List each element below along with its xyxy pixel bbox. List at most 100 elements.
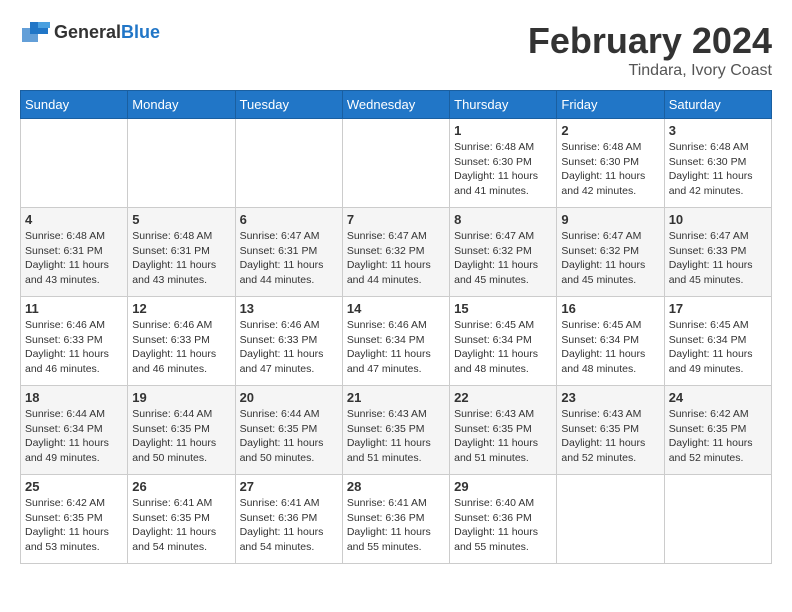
calendar-week-3: 18 Sunrise: 6:44 AMSunset: 6:34 PMDayligh… [21,386,772,475]
header-monday: Monday [128,91,235,119]
cell-info: Sunrise: 6:48 AMSunset: 6:30 PMDaylight:… [669,140,767,199]
cell-info: Sunrise: 6:43 AMSunset: 6:35 PMDaylight:… [347,407,445,466]
day-number: 10 [669,212,767,227]
cell-info: Sunrise: 6:46 AMSunset: 6:34 PMDaylight:… [347,318,445,377]
cell-info: Sunrise: 6:42 AMSunset: 6:35 PMDaylight:… [669,407,767,466]
header-tuesday: Tuesday [235,91,342,119]
calendar-cell [235,119,342,208]
calendar-cell: 14Sunrise: 6:46 AMSunset: 6:34 PMDayligh… [342,297,449,386]
cell-info: Sunrise: 6:45 AMSunset: 6:34 PMDaylight:… [454,318,552,377]
calendar-cell [557,475,664,564]
calendar-cell: 20 Sunrise: 6:44 AMSunset: 6:35 PMDayligh… [235,386,342,475]
calendar-cell: 25 Sunrise: 6:42 AMSunset: 6:35 PMDayligh… [21,475,128,564]
logo-general: General [54,22,121,42]
cell-info: Sunrise: 6:48 AMSunset: 6:30 PMDaylight:… [454,140,552,199]
day-number: 6 [240,212,338,227]
calendar-cell [128,119,235,208]
cell-info: Sunrise: 6:47 AMSunset: 6:32 PMDaylight:… [347,229,445,288]
calendar-cell [342,119,449,208]
calendar-cell: 1 Sunrise: 6:48 AMSunset: 6:30 PMDaylight… [450,119,557,208]
calendar-cell: 12Sunrise: 6:46 AMSunset: 6:33 PMDayligh… [128,297,235,386]
calendar-cell: 2 Sunrise: 6:48 AMSunset: 6:30 PMDaylight… [557,119,664,208]
day-number: 8 [454,212,552,227]
calendar-table: SundayMondayTuesdayWednesdayThursdayFrid… [20,90,772,564]
calendar-header-row: SundayMondayTuesdayWednesdayThursdayFrid… [21,91,772,119]
cell-info: Sunrise: 6:47 AMSunset: 6:32 PMDaylight:… [454,229,552,288]
cell-info: Sunrise: 6:46 AMSunset: 6:33 PMDaylight:… [240,318,338,377]
cell-info: Sunrise: 6:45 AMSunset: 6:34 PMDaylight:… [669,318,767,377]
day-number: 9 [561,212,659,227]
calendar-cell: 27 Sunrise: 6:41 AMSunset: 6:36 PMDayligh… [235,475,342,564]
calendar-week-2: 11 Sunrise: 6:46 AMSunset: 6:33 PMDayligh… [21,297,772,386]
day-number: 23 [561,390,659,405]
calendar-cell: 9 Sunrise: 6:47 AMSunset: 6:32 PMDaylight… [557,208,664,297]
calendar-cell: 6 Sunrise: 6:47 AMSunset: 6:31 PMDaylight… [235,208,342,297]
cell-info: Sunrise: 6:43 AMSunset: 6:35 PMDaylight:… [561,407,659,466]
day-number: 20 [240,390,338,405]
cell-info: Sunrise: 6:41 AMSunset: 6:36 PMDaylight:… [240,496,338,555]
day-number: 22 [454,390,552,405]
day-number: 29 [454,479,552,494]
cell-info: Sunrise: 6:45 AMSunset: 6:34 PMDaylight:… [561,318,659,377]
header-wednesday: Wednesday [342,91,449,119]
header-saturday: Saturday [664,91,771,119]
calendar-cell: 15 Sunrise: 6:45 AMSunset: 6:34 PMDayligh… [450,297,557,386]
day-number: 4 [25,212,123,227]
cell-info: Sunrise: 6:48 AMSunset: 6:30 PMDaylight:… [561,140,659,199]
header-friday: Friday [557,91,664,119]
day-number: 26 [132,479,230,494]
calendar-cell: 17 Sunrise: 6:45 AMSunset: 6:34 PMDayligh… [664,297,771,386]
day-number: 28 [347,479,445,494]
cell-info: Sunrise: 6:41 AMSunset: 6:36 PMDaylight:… [347,496,445,555]
cell-info: Sunrise: 6:47 AMSunset: 6:31 PMDaylight:… [240,229,338,288]
cell-info: Sunrise: 6:44 AMSunset: 6:35 PMDaylight:… [132,407,230,466]
header-sunday: Sunday [21,91,128,119]
day-number: 5 [132,212,230,227]
calendar-week-4: 25 Sunrise: 6:42 AMSunset: 6:35 PMDayligh… [21,475,772,564]
day-number: 12 [132,301,230,316]
calendar-cell: 16Sunrise: 6:45 AMSunset: 6:34 PMDayligh… [557,297,664,386]
cell-info: Sunrise: 6:40 AMSunset: 6:36 PMDaylight:… [454,496,552,555]
calendar-cell: 10Sunrise: 6:47 AMSunset: 6:33 PMDayligh… [664,208,771,297]
header-thursday: Thursday [450,91,557,119]
cell-info: Sunrise: 6:46 AMSunset: 6:33 PMDaylight:… [25,318,123,377]
day-number: 17 [669,301,767,316]
calendar-cell [664,475,771,564]
day-number: 25 [25,479,123,494]
calendar-cell: 7 Sunrise: 6:47 AMSunset: 6:32 PMDaylight… [342,208,449,297]
title-section: February 2024 Tindara, Ivory Coast [528,20,772,80]
cell-info: Sunrise: 6:44 AMSunset: 6:35 PMDaylight:… [240,407,338,466]
cell-info: Sunrise: 6:44 AMSunset: 6:34 PMDaylight:… [25,407,123,466]
cell-info: Sunrise: 6:42 AMSunset: 6:35 PMDaylight:… [25,496,123,555]
calendar-cell: 19Sunrise: 6:44 AMSunset: 6:35 PMDayligh… [128,386,235,475]
calendar-cell: 13 Sunrise: 6:46 AMSunset: 6:33 PMDayligh… [235,297,342,386]
day-number: 2 [561,123,659,138]
day-number: 13 [240,301,338,316]
calendar-cell: 4 Sunrise: 6:48 AMSunset: 6:31 PMDaylight… [21,208,128,297]
calendar-cell [21,119,128,208]
calendar-cell: 5 Sunrise: 6:48 AMSunset: 6:31 PMDaylight… [128,208,235,297]
calendar-cell: 11 Sunrise: 6:46 AMSunset: 6:33 PMDayligh… [21,297,128,386]
logo: GeneralBlue [20,20,160,44]
calendar-cell: 24 Sunrise: 6:42 AMSunset: 6:35 PMDayligh… [664,386,771,475]
calendar-cell: 22 Sunrise: 6:43 AMSunset: 6:35 PMDayligh… [450,386,557,475]
cell-info: Sunrise: 6:47 AMSunset: 6:32 PMDaylight:… [561,229,659,288]
day-number: 15 [454,301,552,316]
calendar-cell: 23 Sunrise: 6:43 AMSunset: 6:35 PMDayligh… [557,386,664,475]
location-subtitle: Tindara, Ivory Coast [528,62,772,80]
day-number: 18 [25,390,123,405]
day-number: 27 [240,479,338,494]
logo-text: GeneralBlue [54,22,160,43]
cell-info: Sunrise: 6:48 AMSunset: 6:31 PMDaylight:… [25,229,123,288]
day-number: 11 [25,301,123,316]
calendar-cell: 3Sunrise: 6:48 AMSunset: 6:30 PMDaylight… [664,119,771,208]
cell-info: Sunrise: 6:41 AMSunset: 6:35 PMDaylight:… [132,496,230,555]
logo-blue: Blue [121,22,160,42]
day-number: 24 [669,390,767,405]
calendar-week-0: 1 Sunrise: 6:48 AMSunset: 6:30 PMDaylight… [21,119,772,208]
day-number: 7 [347,212,445,227]
cell-info: Sunrise: 6:43 AMSunset: 6:35 PMDaylight:… [454,407,552,466]
cell-info: Sunrise: 6:48 AMSunset: 6:31 PMDaylight:… [132,229,230,288]
page-header: GeneralBlue February 2024 Tindara, Ivory… [20,20,772,80]
day-number: 1 [454,123,552,138]
